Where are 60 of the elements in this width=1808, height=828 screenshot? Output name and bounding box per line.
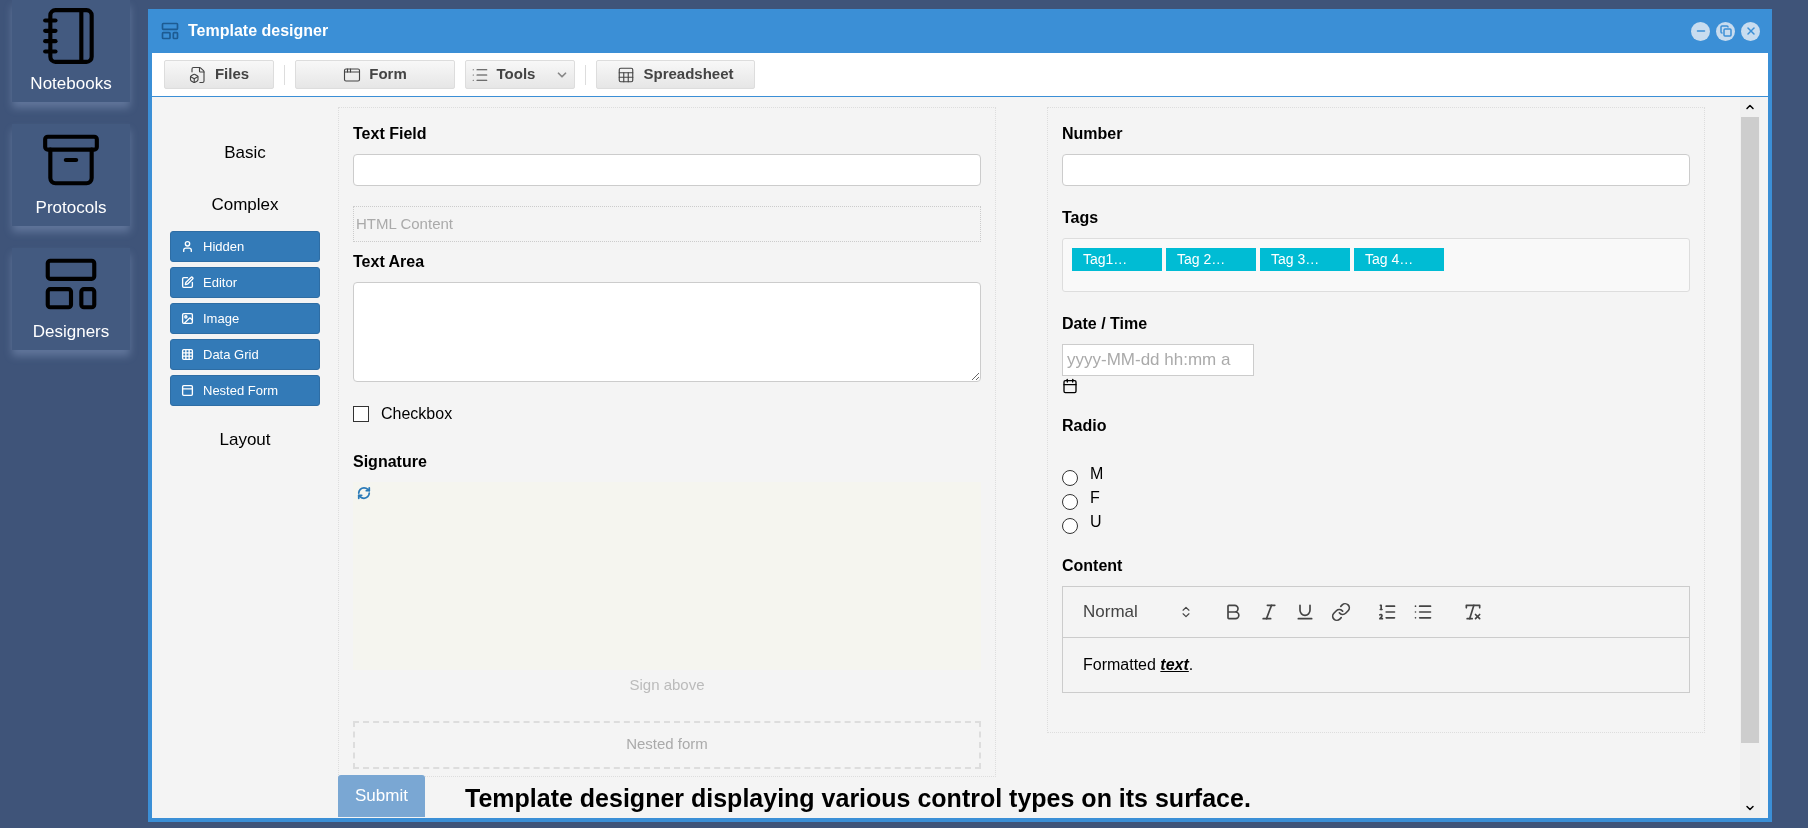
text-input[interactable] — [353, 154, 981, 186]
copy-icon — [1719, 25, 1732, 37]
radio-button[interactable] — [1062, 470, 1078, 486]
radio-button[interactable] — [1062, 494, 1078, 510]
palette-section[interactable]: Basic — [224, 127, 266, 179]
palette-button[interactable]: Data Grid — [170, 339, 320, 370]
text-input[interactable] — [1062, 154, 1690, 186]
link-icon[interactable] — [1331, 602, 1351, 622]
radio-label: M — [1090, 464, 1104, 484]
toolbar-button[interactable]: Tools — [465, 60, 575, 89]
palette-button[interactable]: Image — [170, 303, 320, 334]
rich-text-editor[interactable]: Normal Formatted text. — [1062, 586, 1690, 693]
bullet-list-icon[interactable] — [1413, 602, 1433, 622]
format-select[interactable]: Normal — [1083, 599, 1193, 625]
sheet-icon — [617, 65, 636, 84]
pen-icon — [181, 276, 194, 289]
palette-button[interactable]: Hidden — [170, 231, 320, 262]
layout-icon — [160, 21, 180, 41]
window-title: Template designer — [188, 21, 329, 41]
radio-label: U — [1090, 512, 1102, 532]
checkbox[interactable] — [353, 406, 369, 422]
radio-label: F — [1090, 488, 1100, 508]
dock-item[interactable]: Notebooks — [12, 0, 130, 102]
checkbox-label: Checkbox — [381, 404, 453, 424]
italic-icon[interactable] — [1259, 602, 1279, 622]
numbered-list-icon[interactable] — [1377, 602, 1397, 622]
signature-hint: Sign above — [629, 675, 705, 695]
palette-section[interactable]: Complex — [211, 179, 279, 231]
form-icon — [181, 384, 194, 397]
editor-text: Formatted text. — [1083, 655, 1194, 675]
field-label: Text Field — [353, 124, 427, 144]
window-icon — [343, 65, 362, 84]
field-label: Date / Time — [1062, 314, 1148, 334]
field-label: Radio — [1062, 416, 1107, 436]
dock-item[interactable]: Designers — [12, 248, 130, 350]
image-icon — [181, 312, 194, 325]
grid-icon — [181, 348, 194, 361]
palette-button[interactable]: Nested Form — [170, 375, 320, 406]
radio-button[interactable] — [1062, 518, 1078, 534]
caption: Template designer displaying various control types on its surface. — [465, 786, 1251, 811]
calendar-icon[interactable] — [1062, 378, 1078, 394]
clear-format-icon[interactable] — [1463, 602, 1483, 622]
palette-section[interactable]: Layout — [219, 414, 271, 466]
scrollbar[interactable] — [1740, 97, 1760, 818]
refresh-icon[interactable] — [357, 486, 371, 500]
field-label: Signature — [353, 452, 427, 472]
toolbar-button[interactable]: Spreadsheet — [596, 60, 755, 89]
field-label: Text Area — [353, 252, 425, 272]
dock-item[interactable]: Protocols — [12, 124, 130, 226]
underline-icon[interactable] — [1295, 602, 1315, 622]
close-icon — [1744, 25, 1757, 37]
field-label: Content — [1062, 556, 1123, 576]
date-time-input[interactable]: yyyy-MM-dd hh:mm a — [1062, 344, 1254, 376]
toolbar-button[interactable]: Form — [295, 60, 455, 89]
field-label: Number — [1062, 124, 1123, 144]
palette-button[interactable]: Editor — [170, 267, 320, 298]
nested-form-area: Nested form — [353, 720, 981, 769]
toolbar-button[interactable]: Files — [164, 60, 274, 89]
field-label: Tags — [1062, 208, 1099, 228]
person-icon — [181, 240, 194, 253]
